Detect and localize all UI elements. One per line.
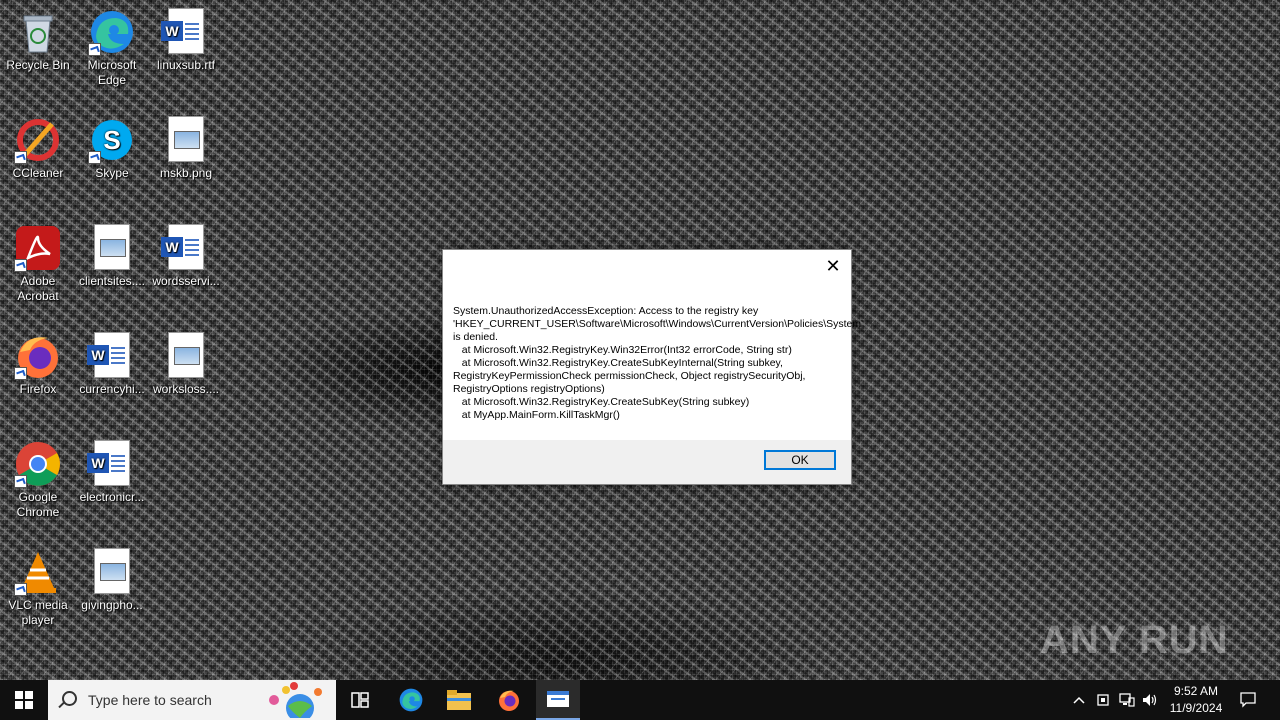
device-icon — [1097, 694, 1109, 706]
start-button[interactable] — [0, 680, 48, 720]
clock-time: 9:52 AM — [1173, 684, 1219, 698]
action-center-button[interactable] — [1236, 680, 1260, 720]
image-file-icon — [88, 224, 136, 272]
icon-label: Microsoft Edge — [87, 58, 137, 87]
skype-icon[interactable]: S Skype — [74, 110, 150, 181]
icon-label: clientsites.... — [78, 274, 146, 288]
word-file-icon: W — [87, 332, 136, 380]
volume-button[interactable] — [1140, 680, 1160, 720]
icon-label: Skype — [95, 166, 129, 180]
firefox-icon — [499, 690, 519, 711]
edge-glyph — [88, 8, 136, 56]
shortcut-arrow-icon — [88, 151, 101, 164]
vlc-icon[interactable]: VLC media player — [0, 542, 76, 628]
search-box[interactable]: Type here to search — [48, 680, 336, 720]
icon-label: Firefox — [19, 382, 57, 396]
icon-label: Adobe Acrobat — [17, 274, 59, 303]
file-icon-worksloss[interactable]: worksloss.... — [148, 326, 224, 397]
close-icon[interactable]: ✕ — [821, 254, 845, 278]
error-dialog: ✕ System.UnauthorizedAccessException: Ac… — [442, 249, 864, 485]
icon-label: Recycle Bin — [6, 58, 70, 72]
image-file-icon — [88, 548, 136, 596]
clock-date: 11/9/2024 — [1169, 701, 1223, 715]
edge-icon — [399, 688, 423, 712]
error-message: System.UnauthorizedAccessException: Acce… — [453, 305, 864, 421]
image-file-icon — [162, 116, 210, 164]
taskbar-running-app-button[interactable] — [536, 680, 580, 720]
file-icon-wordsservi[interactable]: W wordsservi... — [148, 218, 224, 289]
folder-icon — [447, 690, 471, 710]
ccleaner-icon[interactable]: CCleaner — [0, 110, 76, 181]
shortcut-arrow-icon — [14, 367, 27, 380]
vlc-glyph — [14, 548, 62, 596]
recycle-bin-glyph — [14, 8, 62, 56]
file-icon-mskb[interactable]: mskb.png — [148, 110, 224, 181]
desktop: Recycle Bin CCleaner Adobe Acrobat Firef… — [0, 0, 1280, 680]
ccleaner-glyph — [14, 116, 62, 164]
network-icon — [1119, 693, 1135, 707]
taskbar-edge-button[interactable] — [390, 680, 432, 720]
svg-text:S: S — [103, 125, 120, 155]
skype-glyph: S — [88, 116, 136, 164]
word-file-icon: W — [87, 440, 136, 488]
word-file-icon: W — [161, 8, 210, 56]
taskbar-firefox-button[interactable] — [488, 680, 530, 720]
search-highlight-icon — [269, 682, 322, 718]
chevron-up-icon — [1073, 696, 1085, 704]
firefox-icon[interactable]: Firefox — [0, 326, 76, 397]
icon-label: worksloss.... — [152, 382, 219, 396]
icon-label: electronicr... — [79, 490, 145, 504]
shortcut-arrow-icon — [14, 151, 27, 164]
file-icon-electronicr[interactable]: W electronicr... — [74, 434, 150, 505]
shortcut-arrow-icon — [14, 583, 27, 596]
icon-label: linuxsub.rtf — [156, 58, 216, 72]
icon-label: CCleaner — [12, 166, 64, 180]
tray-device-button[interactable] — [1094, 680, 1112, 720]
file-icon-givingpho[interactable]: givingpho... — [74, 542, 150, 613]
google-chrome-icon[interactable]: Google Chrome — [0, 434, 76, 520]
dialog-footer: OK — [443, 440, 851, 484]
microsoft-edge-icon[interactable]: Microsoft Edge — [74, 2, 150, 88]
icon-label: wordsservi... — [152, 274, 220, 288]
shortcut-arrow-icon — [14, 259, 27, 272]
recycle-bin-icon[interactable]: Recycle Bin — [0, 2, 76, 73]
anyrun-watermark: ANY RUN — [1040, 618, 1229, 662]
file-icon-clientsites[interactable]: clientsites.... — [74, 218, 150, 289]
icon-label: Google Chrome — [16, 490, 60, 519]
notification-icon — [1240, 692, 1256, 708]
network-button[interactable] — [1117, 680, 1137, 720]
app-window-icon — [547, 691, 569, 707]
search-placeholder: Type here to search — [88, 692, 212, 708]
search-icon — [62, 691, 77, 706]
acrobat-glyph — [14, 224, 62, 272]
icon-label: VLC media player — [8, 598, 68, 627]
firefox-glyph — [14, 332, 62, 380]
shortcut-arrow-icon — [14, 475, 27, 488]
taskbar: Type here to search 9:52 AM 11/9/2024 — [0, 680, 1280, 720]
show-hidden-icons-button[interactable] — [1070, 680, 1088, 720]
icon-label: mskb.png — [159, 166, 213, 180]
task-view-button[interactable] — [340, 680, 380, 720]
clock[interactable]: 9:52 AM 11/9/2024 — [1160, 683, 1232, 717]
icon-label: givingpho... — [81, 598, 143, 612]
adobe-acrobat-icon[interactable]: Adobe Acrobat — [0, 218, 76, 304]
task-view-icon — [351, 692, 369, 708]
speaker-icon — [1143, 694, 1157, 706]
file-icon-currencyhi[interactable]: W currencyhi... — [74, 326, 150, 397]
icon-label: currencyhi... — [79, 382, 145, 396]
word-file-icon: W — [161, 224, 210, 272]
image-file-icon — [162, 332, 210, 380]
chrome-glyph — [14, 440, 62, 488]
taskbar-file-explorer-button[interactable] — [438, 680, 480, 720]
ok-button[interactable]: OK — [764, 450, 836, 470]
file-icon-linuxsub[interactable]: W linuxsub.rtf — [148, 2, 224, 73]
shortcut-arrow-icon — [88, 43, 101, 56]
windows-logo-icon — [15, 691, 33, 709]
